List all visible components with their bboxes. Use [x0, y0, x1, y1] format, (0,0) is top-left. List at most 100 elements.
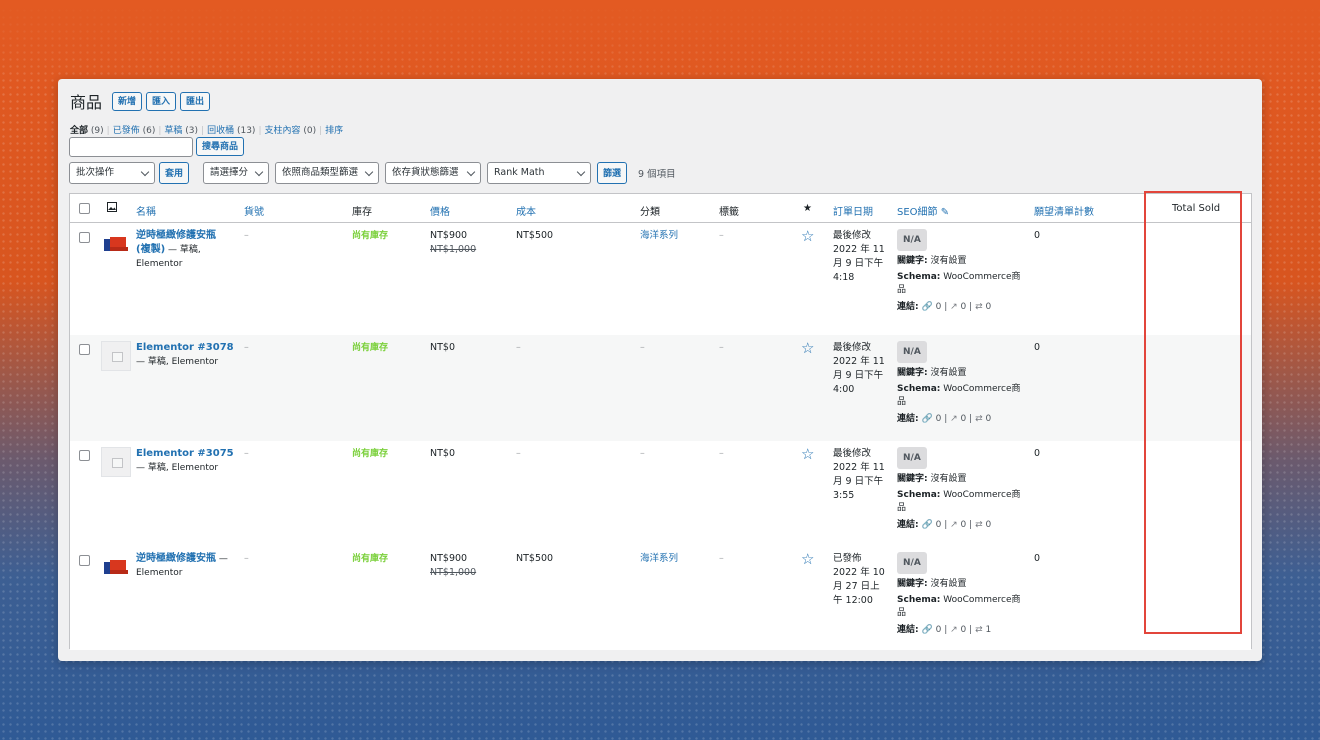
status-count: (9): [90, 126, 104, 136]
internal-link-icon: 🔗: [921, 414, 933, 424]
date-status: 最後修改: [833, 230, 872, 241]
status-count: (6): [142, 126, 156, 136]
column-wishlist-count[interactable]: 願望清單計數: [1034, 203, 1094, 218]
product-meta: Elementor: [136, 259, 183, 269]
rankmath-filter-select[interactable]: Rank Math: [487, 162, 592, 184]
search-input[interactable]: [69, 137, 193, 157]
add-new-button[interactable]: 新增: [112, 91, 143, 111]
date-line: 4:18: [833, 272, 855, 283]
seo-score-badge: N/A: [897, 447, 927, 469]
schema-value-cont: 品: [897, 503, 907, 513]
featured-star-icon[interactable]: ☆: [801, 341, 814, 356]
column-featured-star[interactable]: ★: [803, 203, 812, 214]
stock-status-filter-select[interactable]: 依存貨狀態篩選: [385, 162, 482, 184]
stock-status: 尚有庫存: [352, 554, 389, 564]
seo-details-cell: N/A 關鍵字: 沒有設置 Schema: WooCommerce商 品 連結:…: [897, 552, 1027, 637]
pencil-icon[interactable]: ✎: [941, 207, 949, 218]
status-link-published[interactable]: 已發佈: [113, 126, 140, 136]
filter-button[interactable]: 篩選: [597, 162, 628, 184]
incoming-link-icon: ⇄: [975, 520, 983, 530]
stock-status: 尚有庫存: [352, 231, 389, 241]
placeholder-image-icon[interactable]: [101, 341, 131, 371]
date-line: 月 9 日下午: [833, 476, 884, 487]
table-row: 逆時極緻修護安瓶 — Elementor – 尚有庫存 NT$900 NT$1,…: [70, 546, 1251, 650]
status-link-all[interactable]: 全部: [70, 126, 88, 136]
schema-value: WooCommerce商: [943, 490, 1021, 500]
product-name-link[interactable]: 逆時極緻修護安瓶 (複製) — 草稿,: [136, 229, 236, 257]
status-count: (13): [236, 126, 256, 136]
apply-button[interactable]: 套用: [159, 162, 190, 184]
column-cost[interactable]: 成本: [516, 203, 536, 218]
internal-link-icon: 🔗: [921, 520, 933, 530]
external-link-icon: ↗: [950, 625, 958, 635]
column-date[interactable]: 訂單日期: [833, 203, 873, 218]
table-row: Elementor #3078 — 草稿, Elementor – 尚有庫存 N…: [70, 335, 1251, 441]
status-link-sort[interactable]: 排序: [325, 126, 343, 136]
category-link[interactable]: 海洋系列: [640, 229, 678, 243]
product-name-link[interactable]: Elementor #3075: [136, 447, 236, 461]
product-meta: Elementor: [136, 568, 183, 578]
seo-score-badge: N/A: [897, 341, 927, 363]
category-cell: –: [640, 342, 645, 353]
category-link[interactable]: 海洋系列: [640, 552, 678, 566]
select-all-checkbox[interactable]: [79, 203, 90, 214]
status-filter-links: 全部 (9) | 已發佈 (6) | 草稿 (3) | 回收桶 (13) | 支柱內容 (0) |…: [70, 126, 344, 136]
product-thumbnail[interactable]: [101, 229, 131, 259]
row-checkbox[interactable]: [79, 555, 90, 566]
featured-star-icon[interactable]: ☆: [801, 552, 814, 567]
status-link-trash[interactable]: 回收桶: [207, 126, 234, 136]
row-checkbox[interactable]: [79, 450, 90, 461]
featured-star-icon[interactable]: ☆: [801, 229, 814, 244]
search-products-button[interactable]: 搜尋商品: [196, 137, 245, 156]
column-name[interactable]: 名稱: [136, 203, 156, 218]
table-nav-filters: 批次操作 套用 請選擇分 依照商品類型篩選 依存貨狀態篩選 Rank Math …: [69, 162, 676, 184]
schema-label: Schema:: [897, 490, 941, 500]
sku-cell: –: [244, 448, 249, 459]
products-admin-panel: 商品 新增 匯入 匯出 全部 (9) | 已發佈 (6) | 草稿 (3) | 回收桶 (1…: [58, 79, 1262, 661]
schema-value-cont: 品: [897, 397, 907, 407]
product-type-filter-select[interactable]: 依照商品類型篩選: [275, 162, 380, 184]
schema-value: WooCommerce商: [943, 595, 1021, 605]
cost-cell: –: [516, 342, 521, 353]
external-link-icon: ↗: [950, 520, 958, 530]
product-name-link[interactable]: 逆時極緻修護安瓶 —: [136, 552, 236, 566]
internal-links-count: 0: [935, 302, 942, 312]
date-cell: 已發佈 2022 年 10 月 27 日上 午 12:00: [833, 552, 891, 608]
focus-keyword: 沒有設置: [930, 474, 967, 484]
date-line: 2022 年 10: [833, 567, 885, 578]
column-sku[interactable]: 貨號: [244, 203, 264, 218]
external-links-count: 0: [960, 625, 967, 635]
row-checkbox[interactable]: [79, 232, 90, 243]
cost-cell: –: [516, 448, 521, 459]
wishlist-count: 0: [1034, 342, 1041, 353]
date-line: 2022 年 11: [833, 356, 885, 367]
schema-value: WooCommerce商: [943, 272, 1021, 282]
links-label: 連結:: [897, 520, 919, 530]
keyword-label: 關鍵字:: [897, 579, 928, 589]
internal-link-icon: 🔗: [921, 625, 933, 635]
seo-details-cell: N/A 關鍵字: 沒有設置 Schema: WooCommerce商 品 連結:…: [897, 229, 1027, 314]
bulk-actions-select[interactable]: 批次操作: [69, 162, 155, 184]
focus-keyword: 沒有設置: [930, 368, 967, 378]
keyword-label: 關鍵字:: [897, 368, 928, 378]
date-line: 3:55: [833, 490, 855, 501]
column-price[interactable]: 價格: [430, 203, 450, 218]
product-thumbnail[interactable]: [101, 552, 131, 582]
links-label: 連結:: [897, 625, 919, 635]
tags-cell: –: [719, 553, 724, 564]
category-filter-select[interactable]: 請選擇分: [203, 162, 270, 184]
external-links-count: 0: [960, 414, 967, 424]
featured-star-icon[interactable]: ☆: [801, 447, 814, 462]
status-count: (3): [185, 126, 199, 136]
status-link-draft[interactable]: 草稿: [164, 126, 182, 136]
product-meta: — 草稿, Elementor: [136, 357, 219, 367]
status-link-pillar[interactable]: 支柱內容: [264, 126, 300, 136]
incoming-link-icon: ⇄: [975, 625, 983, 635]
column-seo-details[interactable]: SEO細節 ✎: [897, 203, 949, 218]
import-button[interactable]: 匯入: [146, 91, 177, 111]
export-button[interactable]: 匯出: [180, 91, 211, 111]
row-checkbox[interactable]: [79, 344, 90, 355]
placeholder-image-icon[interactable]: [101, 447, 131, 477]
product-name-link[interactable]: Elementor #3078: [136, 341, 236, 355]
internal-link-icon: 🔗: [921, 302, 933, 312]
